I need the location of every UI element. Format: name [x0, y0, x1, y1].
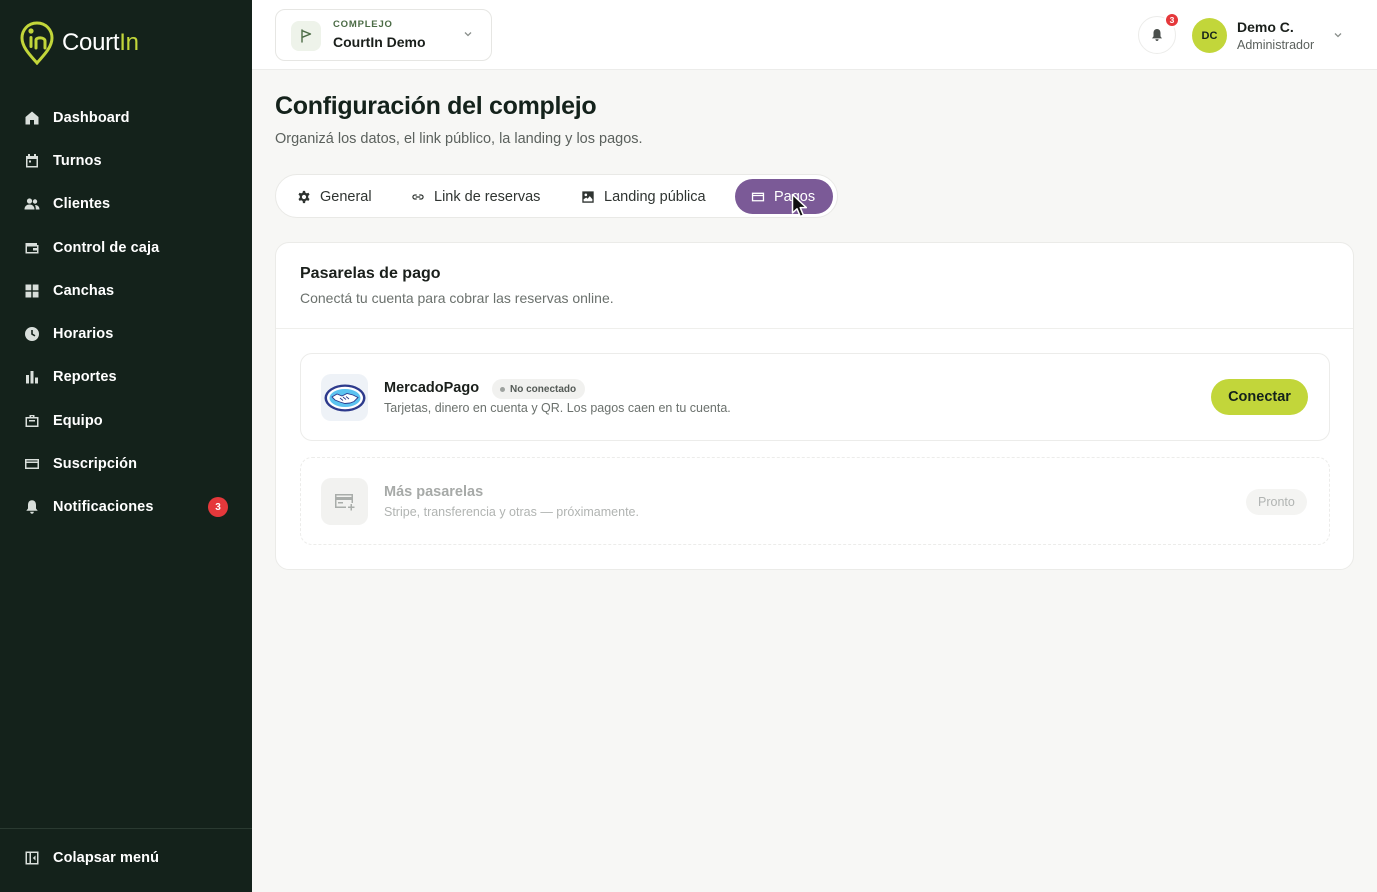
- card-title: Pasarelas de pago: [300, 265, 441, 282]
- complex-name: CourtIn Demo: [333, 34, 426, 50]
- sidebar-item-label: Suscripción: [53, 456, 138, 473]
- card-subtitle: Conectá tu cuenta para cobrar las reserv…: [300, 290, 614, 306]
- tab-general[interactable]: General: [281, 179, 388, 214]
- add-payment-card-icon: [321, 478, 368, 525]
- tab-pagos[interactable]: Pagos: [735, 179, 833, 214]
- gateway-description: Tarjetas, dinero en cuenta y QR. Los pag…: [384, 401, 731, 415]
- payment-gateways-card: Pasarelas de pago Conectá tu cuenta para…: [275, 242, 1354, 570]
- bell-icon: [24, 499, 40, 515]
- user-menu-chevron-icon[interactable]: [1333, 30, 1343, 40]
- status-dot-icon: [500, 386, 505, 392]
- tab-landing-publica[interactable]: Landing pública: [565, 179, 722, 214]
- sidebar-item-canchas[interactable]: Canchas: [0, 269, 252, 312]
- sidebar-item-notificaciones[interactable]: Notificaciones 3: [0, 486, 252, 529]
- briefcase-icon: [24, 413, 40, 429]
- coming-soon-badge: Pronto: [1246, 489, 1307, 515]
- complex-selector[interactable]: COMPLEJO CourtIn Demo: [275, 9, 492, 61]
- user-name: Demo C.: [1237, 19, 1294, 35]
- chevron-down-icon: [464, 32, 472, 37]
- sidebar-item-label: Horarios: [53, 326, 114, 343]
- connect-mercadopago-button[interactable]: Conectar: [1211, 379, 1308, 415]
- notifications-badge: 3: [1164, 12, 1180, 28]
- sidebar-item-label: Notificaciones: [53, 499, 154, 516]
- user-role: Administrador: [1237, 38, 1315, 52]
- page-subtitle: Organizá los datos, el link público, la …: [275, 131, 643, 147]
- gateway-name: MercadoPago: [384, 380, 480, 396]
- sidebar-item-label: Control de caja: [53, 239, 160, 256]
- tab-link-de-reservas[interactable]: Link de reservas: [395, 179, 556, 214]
- mercadopago-logo-icon: [321, 374, 368, 421]
- bar-chart-icon: [24, 369, 40, 385]
- sidebar-item-suscripcion[interactable]: Suscripción: [0, 442, 252, 485]
- bell-icon: [1152, 29, 1162, 41]
- sidebar-item-dashboard[interactable]: Dashboard: [0, 96, 252, 139]
- home-icon: [24, 110, 40, 126]
- brand-name: CourtIn: [62, 29, 139, 57]
- users-icon: [24, 196, 40, 212]
- complex-kicker: COMPLEJO: [333, 19, 393, 30]
- gateway-description: Stripe, transferencia y otras — próximam…: [384, 505, 639, 519]
- flag-icon: [291, 21, 321, 51]
- sidebar-item-label: Turnos: [53, 152, 102, 169]
- status-badge-label: No conectado: [510, 383, 577, 395]
- notifications-count-badge: 3: [208, 497, 228, 518]
- sidebar-item-label: Dashboard: [53, 109, 130, 126]
- link-icon: [412, 193, 424, 200]
- sidebar-nav: Dashboard Turnos Clientes Control de caj…: [0, 96, 252, 529]
- collapse-menu-label: Colapsar menú: [53, 850, 160, 866]
- sidebar-item-control-de-caja[interactable]: Control de caja: [0, 226, 252, 269]
- sidebar-divider: [0, 828, 252, 829]
- sidebar-item-label: Equipo: [53, 412, 103, 429]
- brand-logo[interactable]: CourtIn: [20, 21, 139, 65]
- collapse-menu-button[interactable]: Colapsar menú: [24, 850, 159, 866]
- sidebar-item-clientes[interactable]: Clientes: [0, 183, 252, 226]
- page-title: Configuración del complejo: [275, 92, 597, 120]
- gateway-mercadopago: MercadoPago No conectado Tarjetas, diner…: [300, 353, 1330, 441]
- settings-tabs: General Link de reservas Landing pública…: [275, 174, 838, 218]
- calendar-icon: [24, 153, 40, 169]
- clock-icon: [24, 326, 40, 342]
- sidebar-item-label: Clientes: [53, 196, 111, 213]
- card-divider: [276, 328, 1353, 329]
- avatar[interactable]: DC: [1192, 18, 1227, 53]
- tab-label: General: [320, 188, 372, 205]
- mouse-cursor-icon: [791, 193, 808, 218]
- gateway-more-coming-soon: Más pasarelas Stripe, transferencia y ot…: [300, 457, 1330, 545]
- sidebar-item-label: Canchas: [53, 282, 115, 299]
- credit-card-icon: [24, 456, 40, 472]
- credit-card-icon: [751, 192, 765, 201]
- collapse-sidebar-icon: [25, 851, 39, 865]
- image-icon: [582, 190, 594, 203]
- brand-name-part1: Court: [62, 29, 120, 56]
- brand-name-part2: In: [119, 29, 139, 56]
- top-bar: COMPLEJO CourtIn Demo 3 DC Demo C. Admin…: [252, 0, 1377, 70]
- sidebar-item-turnos[interactable]: Turnos: [0, 139, 252, 182]
- gateway-name: Más pasarelas: [384, 484, 484, 500]
- grid-icon: [24, 283, 40, 299]
- status-badge: No conectado: [492, 379, 586, 399]
- sidebar: CourtIn Dashboard Turnos Clientes Contro…: [0, 0, 252, 892]
- sidebar-item-horarios[interactable]: Horarios: [0, 312, 252, 355]
- gear-icon: [298, 190, 310, 203]
- sidebar-item-reportes[interactable]: Reportes: [0, 356, 252, 399]
- tab-label: Landing pública: [604, 188, 706, 205]
- sidebar-item-label: Reportes: [53, 369, 117, 386]
- sidebar-item-equipo[interactable]: Equipo: [0, 399, 252, 442]
- wallet-icon: [24, 240, 40, 256]
- courtin-logo-icon: [20, 21, 54, 65]
- tab-label: Link de reservas: [434, 188, 541, 205]
